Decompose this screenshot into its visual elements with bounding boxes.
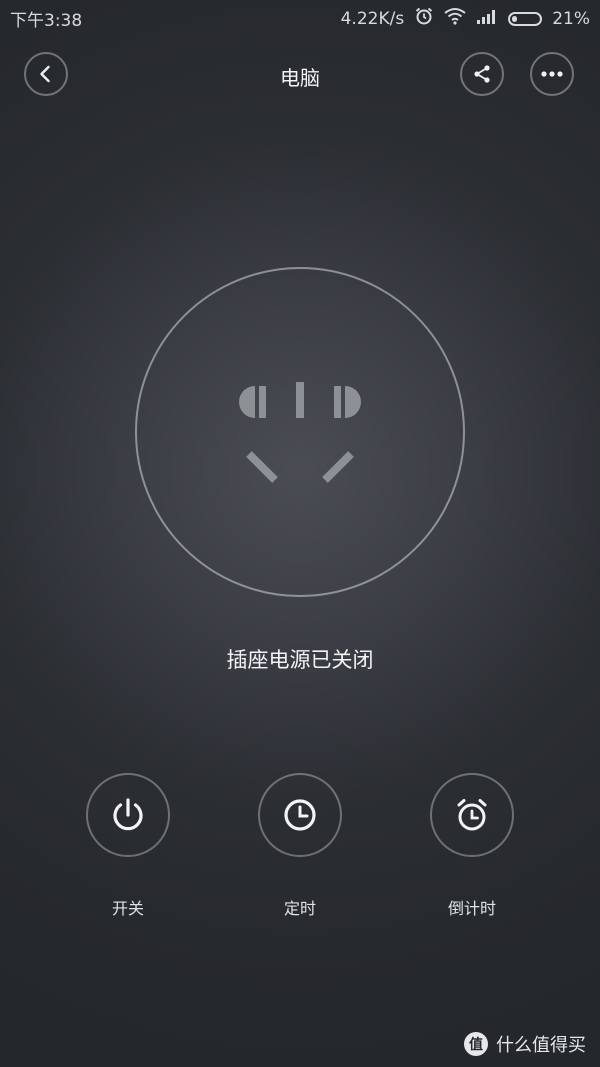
status-time: 下午3:38 (10, 11, 83, 31)
countdown-button[interactable] (430, 773, 514, 857)
share-button[interactable] (460, 52, 504, 96)
timer-label: 定时 (283, 899, 316, 918)
power-button[interactable] (86, 773, 170, 857)
watermark-badge: 值 (464, 1032, 488, 1056)
status-bar: 下午3:38 4.22K/s 21% (0, 0, 600, 34)
wifi-icon (444, 7, 466, 30)
page-title: 电脑 (280, 66, 320, 90)
socket-status: 插座电源已关闭 (226, 648, 374, 672)
watermark: 值 什么值得买 (464, 1031, 586, 1057)
share-icon (474, 65, 490, 83)
socket-outlet-icon (239, 382, 361, 483)
alarm-clock-icon (457, 799, 487, 831)
timer-button[interactable] (258, 773, 342, 857)
alarm-icon (414, 6, 434, 31)
power-icon (113, 798, 143, 831)
watermark-text: 什么值得买 (496, 1035, 586, 1056)
countdown-label: 倒计时 (447, 899, 496, 918)
battery-percent: 21% (552, 8, 590, 29)
signal-icon (476, 8, 498, 29)
network-speed: 4.22K/s (340, 8, 405, 29)
more-icon (541, 71, 563, 77)
status-right: 4.22K/s 21% (341, 6, 590, 31)
clock-icon (284, 799, 316, 831)
battery-icon (508, 11, 543, 26)
more-button[interactable] (530, 52, 574, 96)
power-label: 开关 (111, 899, 144, 918)
